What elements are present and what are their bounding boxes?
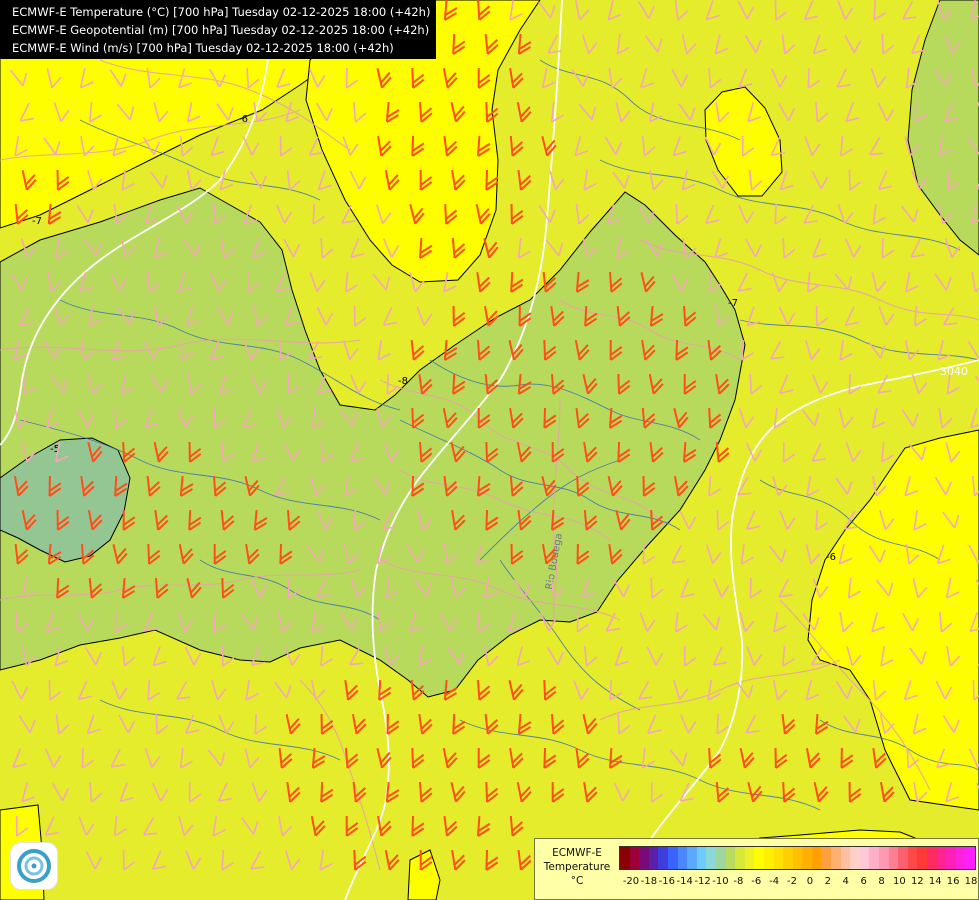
- map-header: ECMWF-E Temperature (°C) [700 hPa] Tuesd…: [0, 0, 437, 59]
- geopotential-label: 3040: [940, 365, 968, 378]
- legend-tick-label: 18: [964, 876, 978, 887]
- legend-swatch: [850, 847, 860, 869]
- legend-tick-labels: -20 -18 -16 -14 -12 -10 -8 -6 -4 -2 0 2 4 6 8 10 12 14 16 1…: [615, 875, 978, 889]
- legend-tick-label: -12: [694, 876, 711, 887]
- legend-swatch: [955, 847, 966, 869]
- legend-tick-label: -8: [733, 876, 744, 887]
- legend-swatch: [879, 847, 889, 869]
- header-geopotential-line: ECMWF-E Geopotential (m) [700 hPa] Tuesd…: [12, 23, 430, 37]
- legend-swatch: [725, 847, 736, 869]
- legend-swatch: [677, 847, 688, 869]
- legend-swatch: [744, 847, 755, 869]
- legend-tick-label: 14: [928, 876, 942, 887]
- legend-swatch: [629, 847, 640, 869]
- contour-label: -8: [398, 376, 408, 387]
- contour-label: -7: [32, 216, 42, 227]
- contour-label: -6: [238, 114, 248, 125]
- legend-tick-label: -14: [676, 876, 693, 887]
- legend-tick-label: 0: [806, 876, 814, 887]
- ecmwf-logo-icon: [11, 843, 57, 889]
- legend-swatch: [888, 847, 899, 869]
- legend-tick-label: -6: [751, 876, 762, 887]
- legend-swatch: [792, 847, 803, 869]
- legend-swatch: [927, 847, 937, 869]
- legend-swatch: [840, 847, 851, 869]
- legend-swatch: [715, 847, 726, 869]
- legend-swatch: [773, 847, 784, 869]
- legend-swatch: [946, 847, 956, 869]
- contour-label: -6: [826, 552, 836, 563]
- legend-tick-label: -4: [769, 876, 780, 887]
- legend-tick-label: 12: [910, 876, 924, 887]
- legend-tick-label: -2: [787, 876, 798, 887]
- legend-swatch: [907, 847, 918, 869]
- legend-swatch: [667, 847, 678, 869]
- legend-tick-label: -18: [640, 876, 658, 887]
- legend-swatch: [802, 847, 812, 869]
- legend-swatch: [763, 847, 774, 869]
- legend-swatch: [658, 847, 668, 869]
- temperature-legend: ECMWF-E Temperature °C -20 -18 -16 -14 -12 -1…: [534, 838, 979, 900]
- legend-tick-label: 4: [842, 876, 849, 887]
- legend-swatch: [917, 847, 927, 869]
- legend-tick-label: -10: [712, 876, 729, 887]
- legend-swatch: [831, 847, 841, 869]
- legend-swatch: [859, 847, 870, 869]
- legend-title: ECMWF-E Temperature °C: [539, 846, 615, 888]
- legend-swatch: [783, 847, 793, 869]
- legend-swatch: [639, 847, 649, 869]
- legend-title-line2: Temperature: [543, 861, 611, 873]
- legend-swatch: [735, 847, 745, 869]
- legend-tick-label: -20: [622, 876, 640, 887]
- header-wind-line: ECMWF-E Wind (m/s) [700 hPa] Tuesday 02-…: [12, 41, 394, 55]
- legend-swatch: [696, 847, 707, 869]
- legend-tick-label: 2: [824, 876, 832, 887]
- legend-swatch: [811, 847, 822, 869]
- legend-tick-label: -16: [658, 876, 675, 887]
- legend-swatch: [648, 847, 659, 869]
- weather-map[interactable]: -6 -7 -7 -8 -6 -5 3040 Rio Bodega: [0, 0, 979, 900]
- legend-tick-label: 8: [878, 876, 885, 887]
- legend-tick-label: 10: [893, 876, 906, 887]
- legend-swatch: [821, 847, 832, 869]
- legend-swatch: [936, 847, 947, 869]
- legend-swatch: [687, 847, 697, 869]
- contour-label: -7: [728, 298, 738, 309]
- legend-swatch: [898, 847, 908, 869]
- legend-swatch: [965, 847, 975, 869]
- header-temperature-line: ECMWF-E Temperature (°C) [700 hPa] Tuesd…: [12, 5, 431, 19]
- legend-swatch: [620, 847, 630, 869]
- legend-swatch: [706, 847, 716, 869]
- legend-swatch: [754, 847, 764, 869]
- legend-swatch: [869, 847, 880, 869]
- legend-title-line1: ECMWF-E: [552, 847, 602, 859]
- legend-color-bar: [619, 846, 976, 870]
- legend-unit: °C: [570, 875, 584, 887]
- legend-tick-label: 16: [946, 876, 960, 887]
- legend-tick-label: 6: [860, 876, 867, 887]
